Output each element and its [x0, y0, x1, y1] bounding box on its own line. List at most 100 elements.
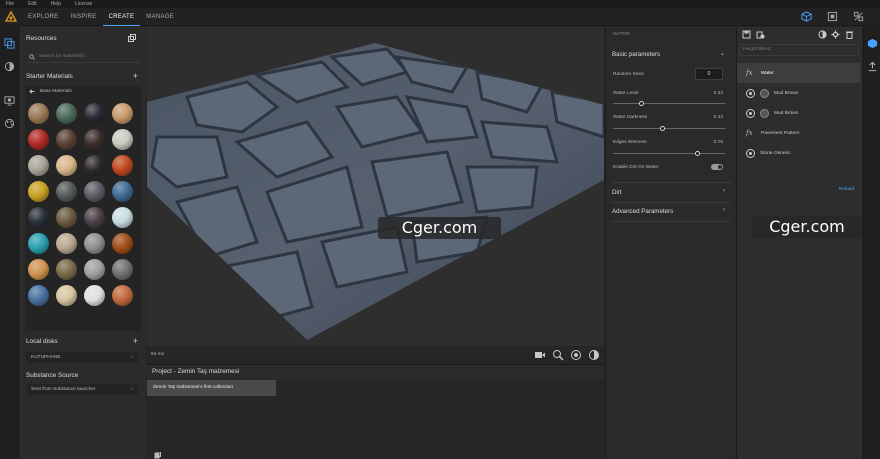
- material-thumbnail[interactable]: [112, 129, 133, 150]
- material-thumbnail[interactable]: [112, 259, 133, 280]
- material-layer-icon[interactable]: [818, 30, 827, 39]
- 2d-view-icon[interactable]: [827, 11, 838, 22]
- local-disks-title: Local disks: [26, 338, 58, 345]
- dirt-on-water-toggle[interactable]: [711, 164, 723, 170]
- project-collection-item[interactable]: Zemin Taş malzemesi's first collection: [147, 380, 276, 396]
- tab-inspire[interactable]: INSPIRE: [64, 8, 102, 26]
- water-darkness-slider[interactable]: [613, 126, 725, 131]
- layer-stone-generic[interactable]: Stone Generic: [737, 143, 860, 163]
- visibility-icon[interactable]: [746, 108, 755, 118]
- dirt-section-title[interactable]: Dirt: [612, 189, 622, 196]
- blend-mode-select[interactable]: Height Blend: [739, 44, 859, 56]
- material-thumbnail[interactable]: [56, 103, 77, 124]
- material-thumbnail[interactable]: [28, 129, 49, 150]
- material-sphere-icon[interactable]: [4, 61, 15, 72]
- material-thumbnail[interactable]: [28, 285, 49, 306]
- video-camera-icon[interactable]: [534, 349, 546, 361]
- edges-wetness-value: 0.75: [713, 140, 723, 145]
- search-field[interactable]: Search for material(s): [26, 51, 140, 63]
- chevron-right-icon[interactable]: ›: [723, 188, 725, 194]
- material-thumbnail[interactable]: [56, 233, 77, 254]
- search-input[interactable]: Search for material(s): [39, 54, 85, 59]
- tab-create[interactable]: CREATE: [102, 8, 141, 26]
- basic-parameters-title[interactable]: Basic parameters: [612, 51, 660, 58]
- menu-license[interactable]: License: [75, 1, 92, 7]
- focus-icon[interactable]: [570, 349, 582, 361]
- material-thumbnail[interactable]: [28, 155, 49, 176]
- material-thumbnail[interactable]: [84, 103, 105, 124]
- material-thumbnail[interactable]: [56, 129, 77, 150]
- material-thumbnail[interactable]: [28, 181, 49, 202]
- menu-file[interactable]: File: [6, 1, 14, 7]
- material-thumbnail[interactable]: [56, 155, 77, 176]
- divider: [611, 202, 731, 203]
- material-thumbnail[interactable]: [112, 285, 133, 306]
- upload-icon[interactable]: [867, 61, 878, 72]
- chevron-down-icon[interactable]: ⌄: [720, 50, 725, 57]
- slider-knob[interactable]: [695, 151, 700, 156]
- material-thumbnail[interactable]: [56, 181, 77, 202]
- material-thumbnail[interactable]: [56, 285, 77, 306]
- material-thumbnail[interactable]: [56, 259, 77, 280]
- add-collection-icon[interactable]: [154, 452, 161, 459]
- visibility-icon[interactable]: [746, 88, 755, 98]
- advanced-section-title[interactable]: Advanced Parameters: [612, 208, 673, 215]
- split-view-icon[interactable]: [853, 11, 864, 22]
- material-thumbnail[interactable]: [56, 207, 77, 228]
- material-thumbnail[interactable]: [84, 129, 105, 150]
- delete-icon[interactable]: [845, 30, 854, 39]
- layer-label: Pavement Pattern: [761, 130, 800, 136]
- material-thumbnail[interactable]: [112, 103, 133, 124]
- layer-pavement-pattern[interactable]: fx Pavement Pattern: [737, 123, 860, 143]
- visibility-icon[interactable]: [746, 148, 755, 158]
- reload-link[interactable]: Reload: [839, 187, 854, 192]
- environment-icon[interactable]: [4, 95, 15, 106]
- local-disk-item[interactable]: KUTUPHANE ›: [26, 352, 138, 363]
- tab-explore[interactable]: EXPLORE: [22, 8, 64, 26]
- settings-icon[interactable]: [831, 30, 840, 39]
- zoom-icon[interactable]: [552, 349, 564, 361]
- material-thumbnail[interactable]: [84, 233, 105, 254]
- material-thumbnail[interactable]: [28, 207, 49, 228]
- 3d-view-icon[interactable]: [801, 11, 812, 22]
- source-item[interactable]: Sent from Substance launcher ›: [26, 384, 138, 395]
- material-thumbnail[interactable]: [84, 181, 105, 202]
- material-thumbnail[interactable]: [28, 103, 49, 124]
- tab-manage[interactable]: MANAGE: [140, 8, 180, 26]
- edges-wetness-slider[interactable]: [613, 151, 725, 156]
- material-thumbnail[interactable]: [84, 155, 105, 176]
- layer-mud-brown-2[interactable]: Mud Brown: [737, 103, 860, 123]
- save-icon[interactable]: [742, 30, 751, 39]
- 3d-viewport[interactable]: [147, 27, 604, 346]
- menu-edit[interactable]: Edit: [28, 1, 37, 7]
- add-starter-button[interactable]: +: [133, 72, 138, 81]
- popout-icon[interactable]: [128, 34, 136, 42]
- layer-water[interactable]: fx Water: [737, 63, 860, 83]
- material-thumbnail[interactable]: [112, 155, 133, 176]
- material-thumbnail-icon: [760, 108, 769, 118]
- menu-help[interactable]: Help: [51, 1, 61, 7]
- material-thumbnail[interactable]: [112, 207, 133, 228]
- material-thumbnail[interactable]: [112, 233, 133, 254]
- back-arrow-icon[interactable]: [29, 89, 35, 94]
- parameters-panel: WATER Basic parameters ⌄ Random Seed 0 W…: [605, 27, 735, 459]
- assets-icon[interactable]: [4, 38, 15, 49]
- environment-light-icon[interactable]: [588, 349, 600, 361]
- material-thumbnail[interactable]: [112, 181, 133, 202]
- water-level-slider[interactable]: [613, 101, 725, 106]
- slider-knob[interactable]: [639, 101, 644, 106]
- random-seed-input[interactable]: 0: [695, 68, 723, 80]
- slider-knob[interactable]: [660, 126, 665, 131]
- search-icon: [29, 53, 35, 60]
- chevron-right-icon[interactable]: ›: [723, 207, 725, 213]
- layer-mud-brown-1[interactable]: Mud Brown: [737, 83, 860, 103]
- layers-stack-icon[interactable]: [867, 38, 878, 49]
- material-thumbnail[interactable]: [84, 285, 105, 306]
- palette-icon[interactable]: [4, 118, 15, 129]
- material-thumbnail[interactable]: [28, 259, 49, 280]
- material-thumbnail[interactable]: [84, 207, 105, 228]
- add-disk-button[interactable]: +: [133, 337, 138, 346]
- material-thumbnail[interactable]: [28, 233, 49, 254]
- export-icon[interactable]: [756, 30, 765, 39]
- material-thumbnail[interactable]: [84, 259, 105, 280]
